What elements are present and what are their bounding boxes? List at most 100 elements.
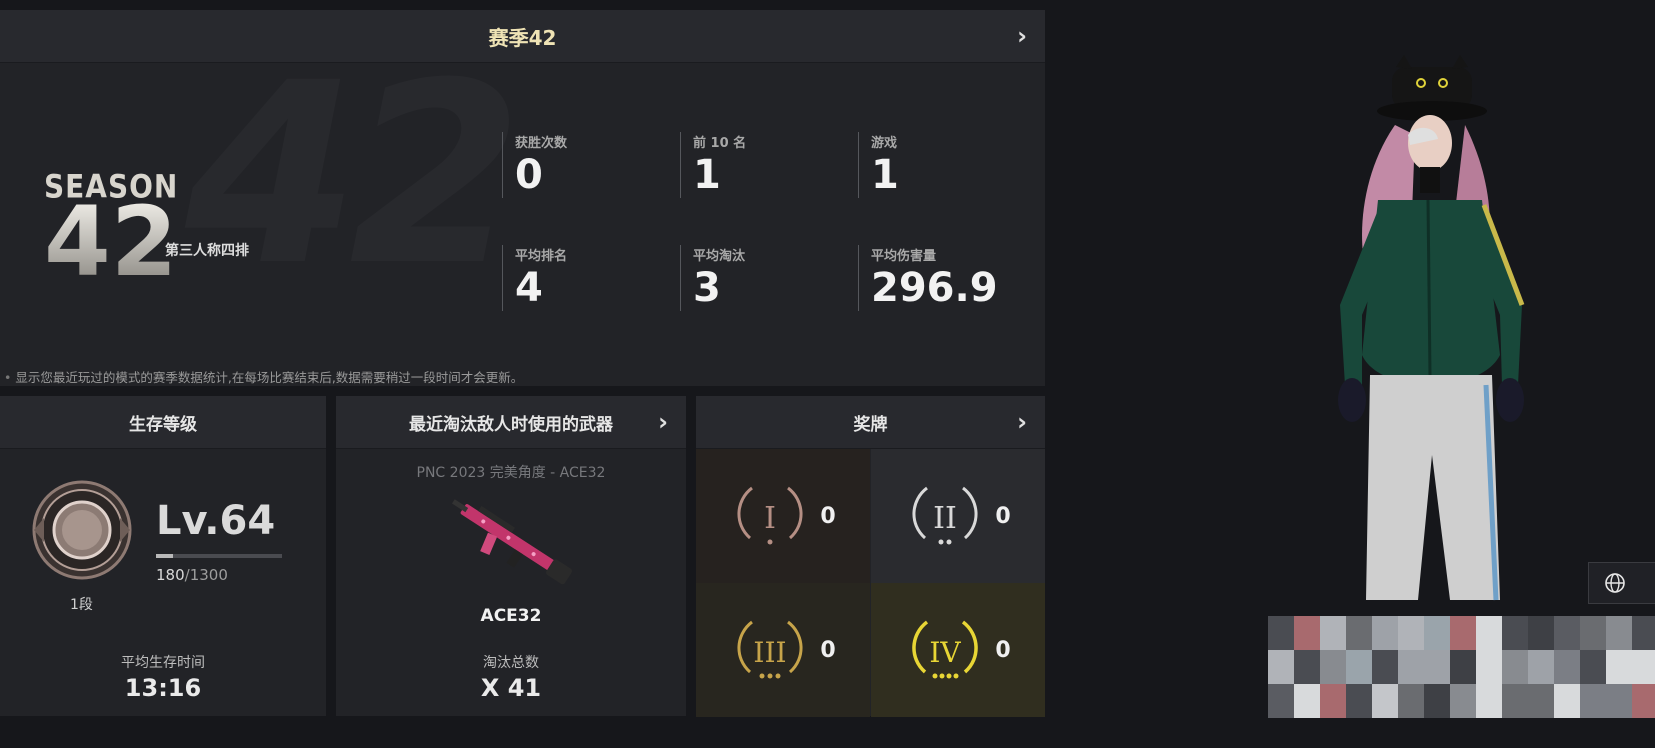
medal-count: 0 [995, 637, 1011, 663]
xp-text: 180/1300 [156, 566, 228, 584]
xp-progress-fill [156, 554, 174, 558]
language-button[interactable] [1588, 562, 1655, 604]
mosaic-cell [1632, 684, 1655, 718]
mosaic-cell [1580, 684, 1606, 718]
stat-value: 4 [515, 265, 543, 311]
laurel-medal-3-icon: III [737, 620, 803, 679]
stat-value: 1 [693, 152, 721, 198]
rifle-icon [451, 499, 573, 585]
xp-total: /1300 [184, 566, 228, 584]
medal-count: 0 [820, 503, 836, 529]
medal-tier-4[interactable]: IV 0 [871, 583, 1045, 717]
survival-header: 生存等级 [0, 396, 326, 449]
total-kills-value: X 41 [480, 674, 542, 702]
mosaic-cell [1476, 650, 1502, 684]
mosaic-cell [1424, 684, 1450, 718]
medal-numeral: III [754, 636, 787, 669]
medal-count: 0 [995, 503, 1011, 529]
mosaic-cell [1268, 616, 1294, 650]
avg-survival-time-value: 13:16 [124, 674, 202, 702]
mosaic-cell [1528, 650, 1554, 684]
mosaic-cell [1398, 616, 1424, 650]
mosaic-cell [1398, 650, 1424, 684]
censored-name-plate [1268, 616, 1655, 718]
medals-title: 奖牌 [853, 414, 888, 435]
recent-weapon-panel: 最近淘汰敌人时使用的武器 › PNC 2023 完美角度 - ACE32 ACE… [336, 396, 686, 716]
stat-label: 前 10 名 [693, 136, 747, 151]
season-logo: SEASON 42 [44, 167, 179, 291]
mosaic-cell [1606, 650, 1632, 684]
stat-label: 游戏 [871, 136, 898, 151]
mosaic-cell [1424, 616, 1450, 650]
total-kills-label: 淘汰总数 [483, 655, 539, 671]
mosaic-cell [1554, 650, 1580, 684]
mosaic-cell [1476, 684, 1502, 718]
medals-header[interactable]: 奖牌 › [696, 396, 1045, 449]
weapon-name: ACE32 [480, 606, 542, 626]
mosaic-cell [1424, 650, 1450, 684]
mosaic-cell [1580, 650, 1606, 684]
medals-panel: 奖牌 › I 0 II 0 III 0 IV 0 [696, 396, 1045, 717]
weapon-header[interactable]: 最近淘汰敌人时使用的武器 › [336, 396, 686, 449]
stat-value: 0 [515, 152, 543, 198]
xp-current: 180 [156, 566, 185, 584]
season-note: • 显示您最近玩过的模式的赛季数据统计,在每场比赛结束后,数据需要稍过一段时间才… [4, 367, 523, 386]
chevron-right-icon[interactable]: › [1017, 24, 1027, 48]
season-stats-panel: 赛季42 › 42 SEASON 42 第三人称四排 获胜次数 0 前 10 名… [0, 10, 1045, 386]
tier-label: 1段 [70, 597, 93, 613]
player-character[interactable] [1300, 55, 1610, 615]
laurel-medal-4-icon: IV [912, 620, 979, 679]
mosaic-cell [1372, 616, 1398, 650]
mosaic-cell [1268, 684, 1294, 718]
mosaic-cell [1372, 650, 1398, 684]
mosaic-cell [1632, 616, 1655, 650]
medal-numeral: I [764, 501, 776, 536]
season-note-text: 显示您最近玩过的模式的赛季数据统计,在每场比赛结束后,数据需要稍过一段时间才会更… [15, 370, 524, 385]
stat-avg-damage: 平均伤害量 296.9 [858, 245, 998, 311]
stat-games: 游戏 1 [858, 132, 899, 198]
survival-title: 生存等级 [129, 414, 197, 435]
season-logo-word: SEASON [44, 167, 179, 206]
chevron-right-icon[interactable]: › [658, 410, 668, 434]
mosaic-cell [1606, 684, 1632, 718]
season-header[interactable]: 赛季42 › [0, 10, 1045, 63]
mosaic-cell [1372, 684, 1398, 718]
mosaic-cell [1346, 684, 1372, 718]
stat-value: 1 [871, 152, 899, 198]
game-mode-label: 第三人称四排 [165, 243, 249, 259]
xp-progress-bar [156, 554, 282, 558]
mosaic-cell [1320, 684, 1346, 718]
bullet-dot: • [4, 370, 16, 385]
mosaic-cell [1294, 684, 1320, 718]
medal-tier-2[interactable]: II 0 [871, 449, 1045, 583]
mosaic-cell [1450, 650, 1476, 684]
medal-numeral: II [933, 501, 957, 536]
survival-level-panel: 生存等级 1段 Lv.64 180/1300 平均生存时间 13:16 [0, 396, 326, 716]
mosaic-cell [1450, 684, 1476, 718]
mosaic-cell [1580, 616, 1606, 650]
stat-label: 平均淘汰 [693, 249, 746, 264]
mosaic-cell [1320, 650, 1346, 684]
chevron-right-icon[interactable]: › [1017, 410, 1027, 434]
stat-value: 3 [693, 265, 721, 311]
stat-label: 获胜次数 [515, 136, 568, 151]
mosaic-cell [1294, 616, 1320, 650]
mosaic-cell [1528, 616, 1554, 650]
mosaic-cell [1346, 616, 1372, 650]
mosaic-cell [1606, 616, 1632, 650]
mosaic-cell [1554, 684, 1580, 718]
stat-avg-kills: 平均淘汰 3 [680, 245, 745, 311]
medal-tier-1[interactable]: I 0 [696, 449, 870, 583]
stat-top10: 前 10 名 1 [680, 132, 746, 198]
laurel-medal-1-icon: I [737, 486, 803, 545]
medal-tier-3[interactable]: III 0 [696, 583, 870, 717]
mosaic-cell [1476, 616, 1502, 650]
mosaic-cell [1554, 616, 1580, 650]
weapon-skin-name: PNC 2023 完美角度 - ACE32 [416, 465, 606, 481]
mosaic-cell [1632, 650, 1655, 684]
stat-label: 平均伤害量 [871, 249, 937, 264]
weapon-title: 最近淘汰敌人时使用的武器 [409, 414, 613, 435]
stat-avg-rank: 平均排名 4 [502, 245, 567, 311]
mosaic-cell [1346, 650, 1372, 684]
tier-emblem-icon [32, 480, 132, 580]
